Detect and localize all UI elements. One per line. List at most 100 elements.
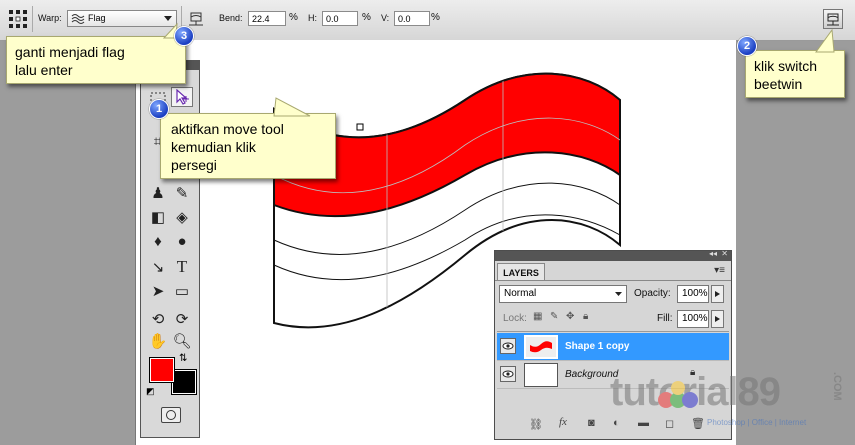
dodge-icon: ●: [177, 232, 187, 250]
pen-icon: ↘: [151, 259, 165, 276]
type-tool[interactable]: T: [171, 257, 193, 277]
3d-rotate-icon: ⟲: [151, 311, 165, 328]
3d-rotate-tool[interactable]: ⟲: [147, 309, 169, 329]
zoom-icon: 🔍︎: [172, 333, 192, 350]
flag-warp-icon: [71, 14, 85, 24]
link-layers-icon[interactable]: ⛓: [529, 418, 543, 431]
warp-label: Warp:: [38, 13, 62, 23]
arrow-icon: ➤: [151, 283, 165, 300]
lock-label: Lock:: [503, 313, 527, 324]
warp-orientation-icon[interactable]: [188, 10, 204, 27]
fill-label: Fill:: [657, 313, 673, 324]
step-2-badge: 2: [737, 36, 757, 56]
step-3-badge: 3: [174, 26, 194, 46]
callout-3-line-2: lalu enter: [15, 62, 73, 78]
callout-1-pointer: [273, 97, 311, 117]
drop-icon: ♦: [154, 232, 162, 250]
callout-2-line-1: klik switch: [754, 58, 818, 74]
bend-unit: %: [289, 12, 298, 23]
separator: [32, 6, 33, 32]
blend-mode-dropdown[interactable]: Normal: [499, 285, 627, 303]
3d-orbit-icon: ⟳: [175, 311, 189, 328]
watermark-subtitle: Photoshop | Office | Internet: [707, 418, 807, 427]
switch-transform-warp-button[interactable]: [823, 9, 843, 29]
rectangle-tool[interactable]: ▭: [171, 281, 193, 301]
bend-label: Bend:: [219, 13, 243, 23]
layer-name: Shape 1 copy: [565, 341, 630, 352]
callout-change-to-flag: ganti menjadi flag lalu enter: [6, 36, 186, 84]
transform-grid-icon[interactable]: [8, 9, 28, 29]
bucket-icon: ◈: [176, 209, 188, 226]
type-icon: T: [176, 257, 188, 276]
close-icon[interactable]: ✕: [721, 249, 728, 258]
zoom-tool[interactable]: 🔍︎: [171, 331, 193, 351]
callout-2-pointer: [815, 28, 835, 53]
h-distortion-input[interactable]: 0.0: [322, 11, 358, 26]
lock-image-icon[interactable]: ✎: [550, 311, 558, 322]
path-selection-tool[interactable]: ➤: [147, 281, 169, 301]
lock-all-icon[interactable]: 🔒︎: [583, 311, 588, 322]
divider: [495, 280, 731, 281]
eraser-icon: ◧: [150, 209, 166, 226]
3d-orbit-tool[interactable]: ⟳: [171, 309, 193, 329]
callout-1-line-3: persegi: [171, 157, 217, 173]
history-brush-icon: ✎: [175, 185, 189, 202]
chevron-down-icon: [615, 292, 622, 296]
default-colors-icon[interactable]: ◩: [146, 386, 155, 397]
v-unit: %: [431, 12, 440, 23]
warp-handle: [356, 123, 364, 131]
add-mask-icon[interactable]: ◙: [588, 417, 595, 429]
background-color-swatch[interactable]: [172, 370, 196, 394]
options-bar: Warp: Flag Bend: 22.4 % H: 0.0 % V: 0.0 …: [0, 0, 855, 41]
visibility-toggle[interactable]: [500, 366, 516, 382]
eraser-tool[interactable]: ◧: [147, 207, 169, 227]
dodge-tool[interactable]: ●: [171, 231, 193, 251]
blend-mode-value: Normal: [504, 288, 537, 299]
v-distortion-input[interactable]: 0.0: [394, 11, 430, 26]
eye-icon: [502, 370, 514, 378]
chevron-right-icon: [715, 316, 720, 322]
layer-style-icon[interactable]: fx: [559, 416, 567, 428]
flag-thumbnail-icon: [526, 337, 556, 357]
lock-position-icon[interactable]: ✥: [566, 311, 574, 322]
watermark-logo: tutorial89 .COM Photoshop | Office | Int…: [610, 370, 855, 445]
clone-stamp-tool[interactable]: ♟: [147, 183, 169, 203]
layer-thumbnail: [524, 363, 558, 387]
divider: [497, 331, 729, 332]
tab-layers[interactable]: LAYERS: [497, 263, 545, 281]
callout-1-line-2: kemudian klik: [171, 139, 256, 155]
watermark-domain: .COM: [831, 372, 843, 401]
warp-style-value: Flag: [88, 13, 106, 23]
eye-icon: [502, 342, 514, 350]
panel-menu-icon[interactable]: ▾≡: [714, 265, 725, 276]
paint-bucket-tool[interactable]: ◈: [171, 207, 193, 227]
layer-row-shape-1-copy[interactable]: Shape 1 copy: [497, 333, 729, 361]
layer-thumbnail: [524, 335, 558, 359]
h-unit: %: [362, 12, 371, 23]
quick-mask-button[interactable]: [161, 407, 181, 423]
callout-3-line-1: ganti menjadi flag: [15, 44, 125, 60]
fill-slider-button[interactable]: [711, 310, 724, 328]
pen-tool[interactable]: ↘: [147, 257, 169, 277]
bend-input[interactable]: 22.4: [248, 11, 286, 26]
quick-mask-icon: [166, 410, 176, 420]
lock-transparent-icon[interactable]: ▦: [533, 311, 542, 322]
move-arrow-icon: [176, 89, 189, 105]
rectangle-icon: ▭: [174, 283, 190, 300]
blur-tool[interactable]: ♦: [147, 231, 169, 251]
foreground-color-swatch[interactable]: [150, 358, 174, 382]
collapse-icon[interactable]: ◂◂: [709, 249, 717, 258]
h-label: H:: [308, 13, 317, 23]
callout-2-line-2: beetwin: [754, 76, 803, 92]
opacity-input[interactable]: 100%: [677, 285, 709, 303]
swap-colors-icon[interactable]: ⇅: [179, 353, 187, 364]
watermark-circles-icon: [658, 381, 698, 408]
history-brush-tool[interactable]: ✎: [171, 183, 193, 203]
visibility-toggle[interactable]: [500, 338, 516, 354]
direct-selection-tool[interactable]: [171, 87, 193, 107]
fill-input[interactable]: 100%: [677, 310, 709, 328]
opacity-label: Opacity:: [634, 288, 671, 299]
opacity-slider-button[interactable]: [711, 285, 724, 303]
callout-switch-between: klik switch beetwin: [745, 50, 845, 98]
hand-tool[interactable]: ✋: [147, 331, 169, 351]
